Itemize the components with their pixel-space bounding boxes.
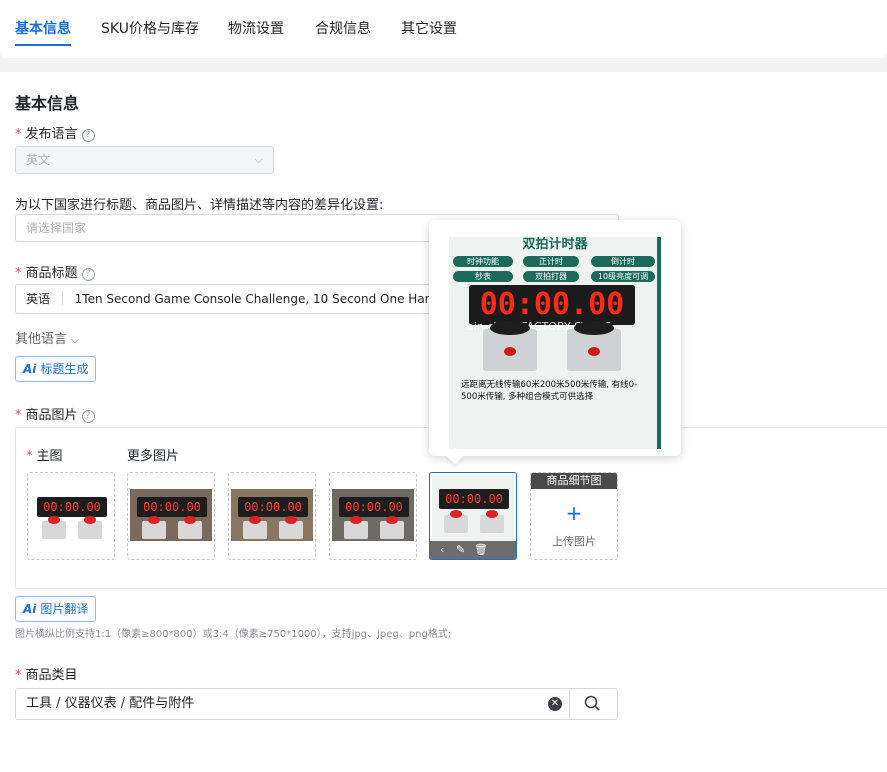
product-images-text: 商品图片: [25, 408, 78, 423]
publish-language-label: * 发布语言?: [15, 123, 95, 142]
button-box: [480, 510, 504, 533]
chevron-down-icon: ⌵: [71, 335, 79, 346]
timer-display: 00:00.00: [439, 489, 509, 509]
product-image: 00:00.00: [130, 489, 212, 541]
product-title-label: * 商品标题?: [15, 262, 95, 281]
image-thumbnail-selected[interactable]: 00:00.00 ‹ ✎ 🗑: [429, 472, 517, 560]
publish-language-text: 发布语言: [25, 127, 78, 142]
button-box: [483, 321, 537, 371]
button-box: [444, 510, 468, 533]
detail-image-label: 商品细节图: [531, 473, 617, 489]
image-thumbnail[interactable]: 00:00.00: [329, 472, 417, 560]
required-marker: *: [15, 127, 22, 142]
button-box: [78, 516, 102, 539]
thumbnail-toolbar: ‹ ✎ 🗑: [430, 541, 516, 559]
search-icon: [584, 695, 600, 711]
title-language-tag[interactable]: 英语: [26, 292, 50, 306]
image-translate-button[interactable]: Ai 图片翻译: [15, 596, 97, 622]
required-marker: *: [15, 668, 22, 683]
button-box: [243, 516, 267, 539]
title-generate-button[interactable]: Ai 标题生成: [15, 356, 97, 382]
ai-icon: Ai: [23, 362, 37, 376]
country-placeholder: 请选择国家: [26, 221, 87, 235]
ai-icon: Ai: [23, 602, 37, 616]
active-tab-indicator: [15, 44, 71, 46]
plus-icon: +: [565, 501, 583, 525]
button-box: [42, 516, 66, 539]
image-preview-popover: 双拍计时器 时钟功能 正计时 倒计时 秒表 双拍打器 10级亮度可调 00:00…: [429, 220, 681, 465]
help-icon[interactable]: ?: [81, 129, 95, 142]
other-languages-toggle[interactable]: 其他语言 ⌵: [15, 328, 79, 347]
edit-icon[interactable]: ✎: [456, 541, 465, 559]
country-setting-label: 为以下国家进行标题、商品图片、详情描述等内容的差异化设置:: [15, 198, 384, 213]
section-title: 基本信息: [15, 94, 80, 113]
button-box: [567, 321, 621, 371]
required-marker: *: [15, 408, 22, 423]
chevron-down-icon: ⌵: [254, 153, 263, 166]
main-image-text: 主图: [36, 449, 63, 464]
preview-caption: 远距离无线传输60米200米500米传输, 有线0-500米传输, 多种组合模式…: [461, 380, 638, 402]
publish-language-select[interactable]: 英文 ⌵: [15, 146, 274, 174]
product-image: 00:00.00: [432, 475, 514, 541]
button-box: [142, 516, 166, 539]
title-generate-label: 标题生成: [40, 362, 89, 376]
category-text: 商品类目: [25, 668, 78, 683]
timer-display: 00:00.00: [37, 497, 107, 517]
delete-icon[interactable]: 🗑: [474, 541, 488, 559]
feature-pill: 正计时: [523, 256, 579, 267]
category-value: 工具 / 仪器仪表 / 配件与附件: [26, 696, 195, 711]
other-languages-text: 其他语言: [15, 332, 68, 347]
button-box: [380, 516, 404, 539]
tab-other-settings[interactable]: 其它设置: [401, 18, 457, 38]
category-input[interactable]: 工具 / 仪器仪表 / 配件与附件 ✕: [15, 688, 570, 720]
tab-logistics[interactable]: 物流设置: [228, 18, 284, 38]
product-image: 00:00.00: [30, 489, 112, 541]
help-icon[interactable]: ?: [81, 410, 95, 423]
detail-image-upload[interactable]: 商品细节图 + 上传图片: [530, 472, 618, 560]
more-images-label: 更多图片: [127, 449, 180, 464]
feature-pill: 秒表: [453, 271, 513, 282]
product-images-label: * 商品图片?: [15, 404, 95, 423]
feature-pill: 双拍打器: [523, 271, 579, 282]
timer-display: 00:00.00: [339, 497, 409, 517]
help-icon[interactable]: ?: [81, 268, 95, 281]
tab-bar: 基本信息 SKU价格与库存 物流设置 合规信息 其它设置: [0, 0, 887, 58]
tab-sku-price-stock[interactable]: SKU价格与库存: [101, 18, 199, 38]
product-image: 00:00.00: [231, 489, 313, 541]
publish-language-value: 英文: [26, 153, 51, 167]
required-marker: *: [15, 266, 22, 281]
image-thumbnail[interactable]: 00:00.00: [127, 472, 215, 560]
preview-border: [657, 237, 661, 449]
required-marker: *: [26, 449, 33, 464]
feature-pill: 时钟功能: [453, 256, 513, 267]
tab-compliance[interactable]: 合规信息: [315, 18, 371, 38]
category-label: * 商品类目: [15, 664, 78, 683]
image-translate-label: 图片翻译: [40, 602, 89, 616]
feature-pill: 倒计时: [591, 256, 655, 267]
preview-timer-display: 00:00.00: [469, 285, 635, 325]
product-image: 00:00.00: [332, 489, 414, 541]
button-box: [344, 516, 368, 539]
divider: [61, 291, 63, 305]
image-format-hint: 图片横纵比例支持1:1（像素≥800*800）或3:4（像素≥750*1000）…: [15, 629, 452, 640]
clear-icon[interactable]: ✕: [548, 697, 562, 711]
product-title-text: 商品标题: [25, 266, 78, 281]
preview-image: 双拍计时器 时钟功能 正计时 倒计时 秒表 双拍打器 10级亮度可调 00:00…: [449, 237, 661, 449]
image-thumbnail[interactable]: 00:00.00: [228, 472, 316, 560]
preview-title: 双拍计时器: [522, 237, 588, 252]
image-thumbnail-main[interactable]: 00:00.00: [27, 472, 115, 560]
product-title-value: 1Ten Second Game Console Challenge, 10 S…: [74, 292, 466, 306]
timer-display: 00:00.00: [238, 497, 308, 517]
category-search-button[interactable]: [569, 688, 618, 720]
button-box: [178, 516, 202, 539]
feature-pill: 10级亮度可调: [591, 271, 655, 282]
move-left-icon[interactable]: ‹: [440, 541, 444, 559]
upload-image-label: 上传图片: [552, 535, 596, 548]
main-image-label: * 主图: [26, 445, 63, 464]
tab-basic-info[interactable]: 基本信息: [15, 18, 71, 38]
timer-display: 00:00.00: [137, 497, 207, 517]
button-box: [279, 516, 303, 539]
